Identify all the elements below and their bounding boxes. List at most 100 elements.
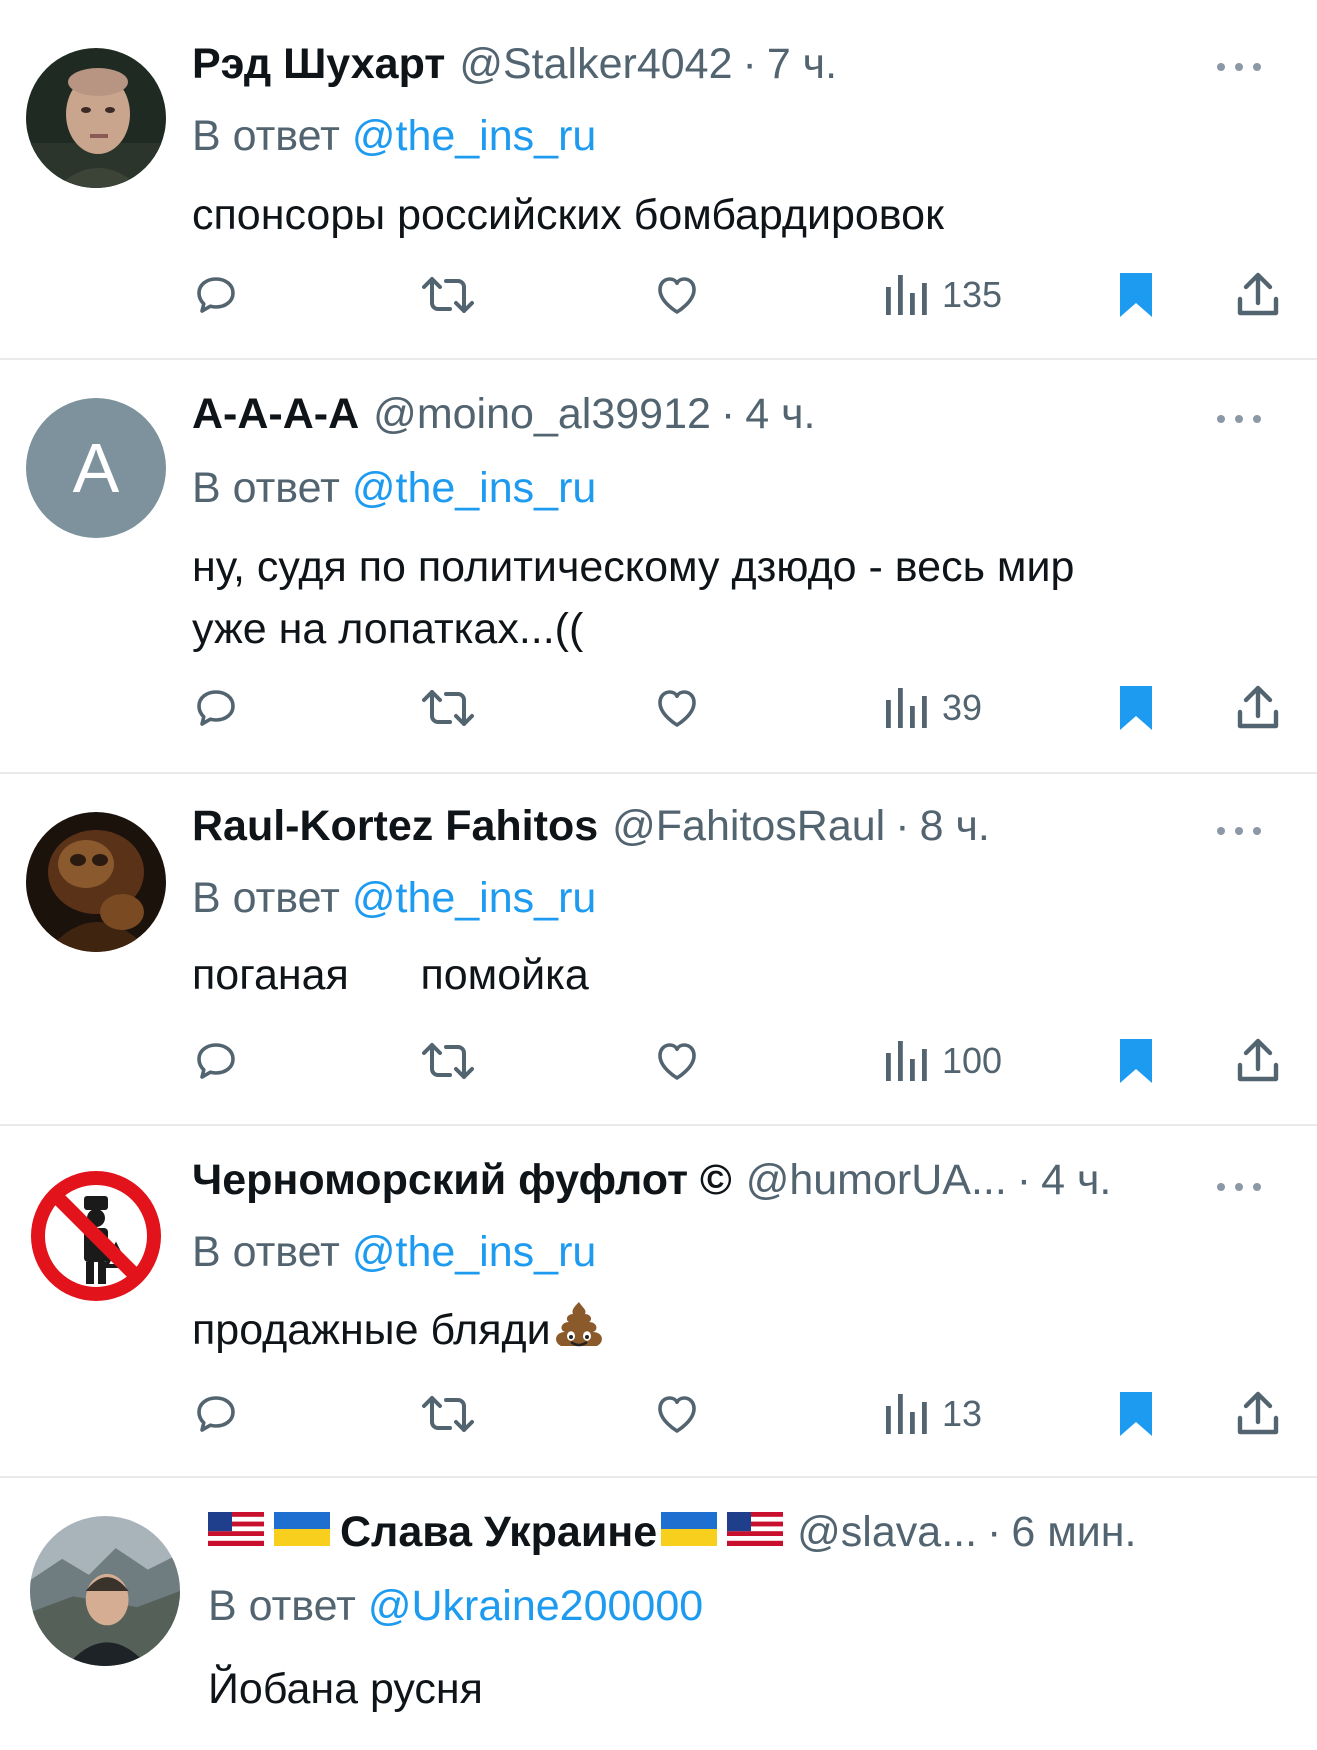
- share-button[interactable]: [1236, 265, 1280, 325]
- views-button[interactable]: 39: [884, 678, 982, 738]
- reply-icon: [197, 1396, 235, 1432]
- user-handle[interactable]: @slava...: [797, 1508, 977, 1557]
- display-name[interactable]: Raul-Kortez Fahitos: [192, 802, 598, 851]
- share-button[interactable]: [1236, 1031, 1280, 1091]
- views-button[interactable]: 13: [884, 1384, 982, 1444]
- display-name[interactable]: Черноморский фуфлот ©: [192, 1156, 732, 1205]
- views-button[interactable]: 135: [884, 265, 1002, 325]
- views-icon: [886, 1394, 927, 1434]
- like-icon: [658, 1396, 696, 1433]
- reply-context: В ответ @the_ins_ru: [192, 874, 596, 923]
- more-icon[interactable]: [1217, 60, 1261, 74]
- bookmark-icon: [1120, 686, 1152, 730]
- action-bar: 100: [192, 1031, 1292, 1091]
- share-button[interactable]: [1236, 678, 1280, 738]
- avatar[interactable]: [26, 812, 166, 952]
- us-flag-icon: [208, 1512, 264, 1546]
- tweet-4[interactable]: Черноморский фуфлот © @humorUA... · 4 ч.…: [0, 1126, 1317, 1478]
- timestamp[interactable]: 7 ч.: [767, 40, 837, 89]
- timestamp[interactable]: 4 ч.: [745, 390, 815, 439]
- dot-separator: ·: [1016, 1156, 1032, 1204]
- poop-emoji-icon: [555, 1302, 602, 1347]
- avatar[interactable]: [26, 1166, 166, 1306]
- user-handle[interactable]: @humorUA...: [746, 1156, 1007, 1205]
- like-button[interactable]: [652, 1384, 702, 1444]
- views-button[interactable]: 100: [884, 1031, 1002, 1091]
- tweet-1[interactable]: Рэд Шухарт @Stalker4042 · 7 ч. В ответ @t…: [0, 0, 1317, 360]
- like-button[interactable]: [652, 1031, 702, 1091]
- reply-icon: [197, 1043, 235, 1079]
- reply-prefix: В ответ: [192, 464, 340, 512]
- reply-button[interactable]: [192, 678, 240, 738]
- timestamp[interactable]: 4 ч.: [1041, 1156, 1111, 1205]
- user-handle[interactable]: @Stalker4042: [459, 40, 732, 89]
- more-icon[interactable]: [1217, 412, 1261, 426]
- avatar[interactable]: [26, 48, 166, 188]
- views-icon: [886, 1041, 927, 1081]
- reply-button[interactable]: [192, 1384, 240, 1444]
- like-icon: [658, 277, 696, 314]
- reply-context: В ответ @Ukraine200000: [208, 1582, 703, 1631]
- reply-feed: Рэд Шухарт @Stalker4042 · 7 ч. В ответ @t…: [0, 0, 1317, 1750]
- views-icon: [886, 275, 927, 315]
- bookmark-button[interactable]: [1116, 1384, 1156, 1444]
- display-name[interactable]: Слава Украине: [340, 1508, 657, 1557]
- views-count: 135: [942, 274, 1003, 315]
- tweet-text: спонсоры российских бомбардировок: [192, 191, 944, 239]
- share-icon: [1237, 685, 1279, 729]
- reply-button[interactable]: [192, 1031, 240, 1091]
- more-icon[interactable]: [1217, 824, 1261, 838]
- display-name[interactable]: Рэд Шухарт: [192, 40, 445, 89]
- us-flag-icon: [727, 1512, 784, 1546]
- timestamp[interactable]: 6 мин.: [1011, 1508, 1136, 1557]
- user-handle[interactable]: @moino_al39912: [373, 390, 711, 439]
- reply-mention[interactable]: @the_ins_ru: [352, 112, 596, 160]
- tweet-text: ну, судя по политическому дзюдо - весь м…: [192, 543, 1075, 653]
- bookmark-button[interactable]: [1116, 1031, 1156, 1091]
- reply-icon: [197, 277, 235, 313]
- tweet-5[interactable]: Слава Украине @slava... · 6 мин. В ответ…: [0, 1478, 1317, 1750]
- dot-separator: ·: [987, 1508, 1002, 1556]
- bookmark-button[interactable]: [1116, 678, 1156, 738]
- share-icon: [1237, 1391, 1279, 1435]
- tweet-text: Йобана русня: [208, 1665, 483, 1713]
- reply-mention[interactable]: @the_ins_ru: [352, 874, 596, 922]
- reply-mention[interactable]: @Ukraine200000: [368, 1582, 703, 1630]
- reply-prefix: В ответ: [192, 874, 340, 922]
- share-icon: [1237, 272, 1279, 316]
- ua-flag-icon: [274, 1512, 330, 1546]
- reply-context: В ответ @the_ins_ru: [192, 464, 596, 513]
- tweet-text: продажные бляди: [192, 1306, 551, 1354]
- avatar[interactable]: [30, 1516, 180, 1666]
- display-name[interactable]: А-А-А-А: [192, 390, 359, 439]
- retweet-icon: [422, 1396, 474, 1432]
- retweet-button[interactable]: [420, 678, 476, 738]
- reply-mention[interactable]: @the_ins_ru: [352, 1228, 596, 1276]
- reply-button[interactable]: [192, 265, 240, 325]
- action-bar: 39: [192, 678, 1292, 738]
- tweet-2[interactable]: A А-А-А-А @moino_al39912 · 4 ч. В ответ @…: [0, 360, 1317, 774]
- reply-mention[interactable]: @the_ins_ru: [352, 464, 596, 512]
- like-icon: [658, 690, 696, 727]
- reply-prefix: В ответ: [192, 112, 340, 160]
- bookmark-button[interactable]: [1116, 265, 1156, 325]
- avatar[interactable]: A: [26, 398, 166, 538]
- views-count: 39: [942, 687, 983, 728]
- timestamp[interactable]: 8 ч.: [920, 802, 990, 851]
- tweet-3[interactable]: Raul-Kortez Fahitos @FahitosRaul · 8 ч. …: [0, 774, 1317, 1126]
- reply-prefix: В ответ: [208, 1582, 356, 1630]
- user-handle[interactable]: @FahitosRaul: [612, 802, 885, 851]
- dot-separator: ·: [742, 40, 757, 88]
- retweet-button[interactable]: [420, 1384, 476, 1444]
- like-button[interactable]: [652, 265, 702, 325]
- retweet-button[interactable]: [420, 1031, 476, 1091]
- action-bar: 13: [192, 1384, 1292, 1444]
- share-button[interactable]: [1236, 1384, 1280, 1444]
- tweet-text: поганая помойка: [192, 951, 589, 999]
- reply-context: В ответ @the_ins_ru: [192, 1228, 596, 1277]
- reply-prefix: В ответ: [192, 1228, 340, 1276]
- like-button[interactable]: [652, 678, 702, 738]
- bookmark-icon: [1120, 1039, 1152, 1083]
- more-icon[interactable]: [1217, 1180, 1261, 1194]
- retweet-button[interactable]: [420, 265, 476, 325]
